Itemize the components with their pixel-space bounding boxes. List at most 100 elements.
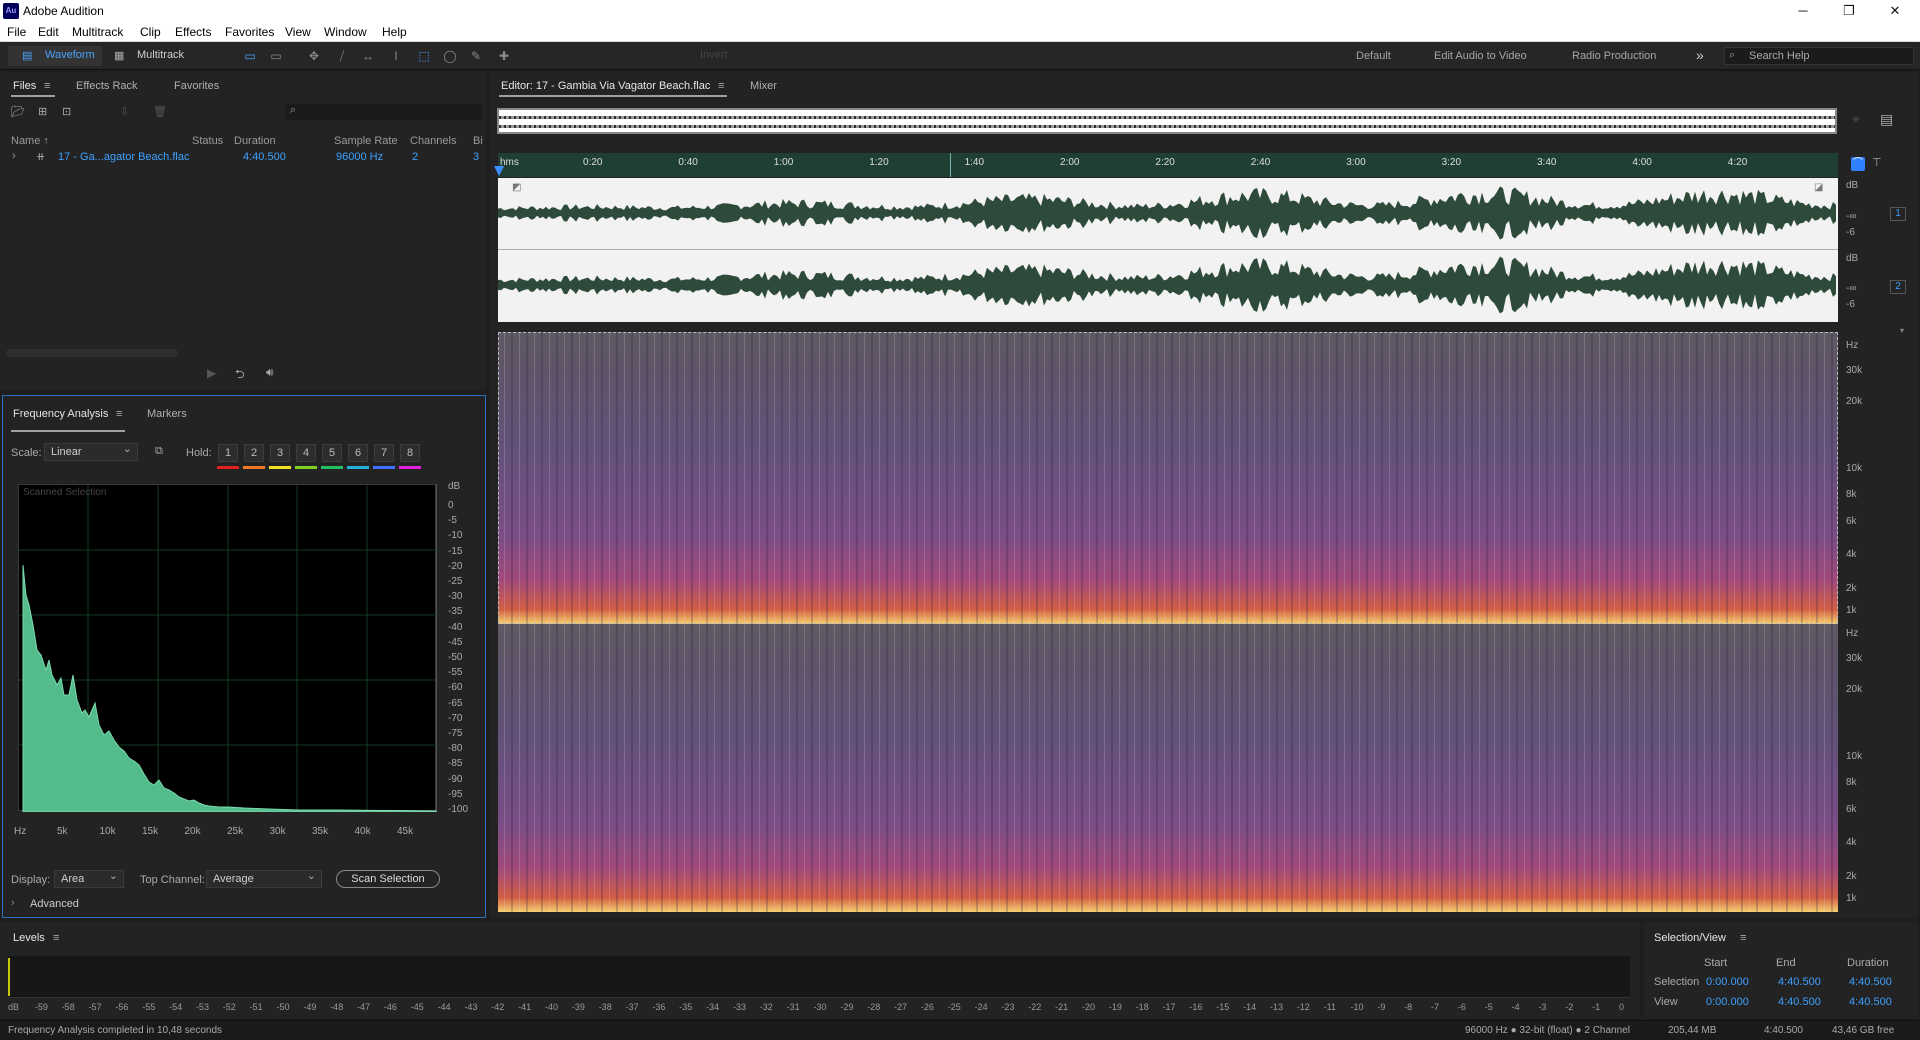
menu-clip[interactable]: Clip <box>140 25 161 39</box>
autoplay-icon[interactable]: 🔊︎ <box>266 365 274 380</box>
hold-button-2[interactable]: 2 <box>244 444 264 462</box>
menu-edit[interactable]: Edit <box>38 25 59 39</box>
hold-button-1[interactable]: 1 <box>218 444 238 462</box>
panel-menu-icon[interactable]: ≡ <box>44 80 50 92</box>
panel-menu-icon[interactable]: ≡ <box>53 932 59 944</box>
multitrack-mode-button[interactable]: ▦ Multitrack <box>110 46 200 66</box>
overview-navigator[interactable] <box>497 108 1837 134</box>
col-bits[interactable]: Bi <box>473 135 483 147</box>
workspace-edit-audio-to-video[interactable]: Edit Audio to Video <box>1434 50 1527 62</box>
tab-effects-rack[interactable]: Effects Rack <box>76 80 138 92</box>
spot-healing-icon[interactable]: ✚ <box>496 48 512 64</box>
top-channel-select[interactable]: Average <box>206 868 322 888</box>
insert-icon[interactable]: ⇩ <box>120 105 129 118</box>
move-tool-icon[interactable]: ✥ <box>306 48 322 64</box>
menu-multitrack[interactable]: Multitrack <box>72 25 123 39</box>
marquee-tool-icon[interactable]: ⬚ <box>416 48 432 64</box>
panel-menu-icon[interactable]: ≡ <box>1740 932 1746 944</box>
delete-icon[interactable]: 🗑︎ <box>153 105 167 118</box>
close-button[interactable]: ✕ <box>1872 0 1918 22</box>
tab-mixer[interactable]: Mixer <box>750 80 777 92</box>
panel-menu-icon[interactable]: ≡ <box>116 408 122 420</box>
selection-marquee[interactable] <box>498 332 1838 624</box>
slip-tool-icon[interactable]: ↔ <box>360 48 376 64</box>
tab-favorites[interactable]: Favorites <box>174 80 219 92</box>
expand-icon[interactable]: › <box>12 150 16 162</box>
hold-button-5[interactable]: 5 <box>322 444 342 462</box>
spectral-display-ch2[interactable] <box>498 624 1838 912</box>
workspace-radio-production[interactable]: Radio Production <box>1572 50 1656 62</box>
minimize-button[interactable]: ─ <box>1780 0 1826 22</box>
spectral-display-ch1[interactable] <box>498 332 1838 624</box>
col-status[interactable]: Status <box>192 135 223 147</box>
menu-view[interactable]: View <box>285 25 311 39</box>
files-search-input[interactable]: ⌕ <box>286 104 482 120</box>
waveform-display[interactable]: ◩ ◪ <box>498 178 1838 322</box>
channel-1-toggle[interactable]: 1 <box>1890 207 1906 221</box>
fade-out-handle-icon[interactable]: ◪ <box>1814 182 1823 193</box>
waveform-mode-button[interactable]: ▤ Waveform <box>8 46 102 66</box>
tab-underline <box>11 95 55 97</box>
new-file-icon[interactable]: ⊡ <box>62 105 71 118</box>
menu-help[interactable]: Help <box>382 25 407 39</box>
col-sample-rate[interactable]: Sample Rate <box>334 135 398 147</box>
workspace-default[interactable]: Default <box>1356 50 1391 62</box>
file-row[interactable]: › ⧺ 17 - Ga...agator Beach.flac 4:40.500… <box>6 149 480 165</box>
col-duration[interactable]: Duration <box>234 135 276 147</box>
invert-button[interactable]: Invert <box>700 49 728 61</box>
sv-view-duration[interactable]: 4:40.500 <box>1849 996 1892 1008</box>
sv-selection-end[interactable]: 4:40.500 <box>1778 976 1821 988</box>
hold-button-6[interactable]: 6 <box>348 444 368 462</box>
files-scrollbar[interactable] <box>6 349 178 357</box>
more-workspaces-button[interactable]: » <box>1696 47 1704 63</box>
tab-markers[interactable]: Markers <box>147 408 187 420</box>
loop-icon[interactable]: ⮌ <box>235 365 245 386</box>
hold-button-7[interactable]: 7 <box>374 444 394 462</box>
sv-view-start[interactable]: 0:00.000 <box>1706 996 1749 1008</box>
scan-selection-button[interactable]: Scan Selection <box>336 870 440 888</box>
options-icon[interactable]: ▤ <box>1880 111 1893 128</box>
menu-effects[interactable]: Effects <box>175 25 211 39</box>
tab-frequency-analysis[interactable]: Frequency Analysis <box>13 408 108 420</box>
time-selection-icon[interactable]: I <box>388 48 404 64</box>
pitch-display-icon[interactable]: ▭ <box>268 48 284 64</box>
scroll-down-icon[interactable]: ▾ <box>1900 326 1914 335</box>
level-tick: -5 <box>1484 1002 1493 1012</box>
display-select[interactable]: Area <box>54 868 124 888</box>
sv-selection-duration[interactable]: 4:40.500 <box>1849 976 1892 988</box>
panel-menu-icon[interactable]: ≡ <box>718 80 724 92</box>
brush-tool-icon[interactable]: ✎ <box>468 48 484 64</box>
channel-2-toggle[interactable]: 2 <box>1890 280 1906 294</box>
zoom-icon[interactable]: ⌖ <box>1852 111 1860 128</box>
col-name[interactable]: Name ↑ <box>11 135 49 147</box>
menu-window[interactable]: Window <box>324 25 367 39</box>
pin-icon[interactable]: ⊤ <box>1872 156 1882 169</box>
play-icon[interactable]: ▶ <box>207 366 216 380</box>
scale-select[interactable]: Linear <box>44 441 138 461</box>
hold-button-8[interactable]: 8 <box>400 444 420 462</box>
advanced-chevron-icon[interactable]: › <box>11 897 15 909</box>
hold-button-4[interactable]: 4 <box>296 444 316 462</box>
hold-button-3[interactable]: 3 <box>270 444 290 462</box>
open-file-icon[interactable]: 📂︎ <box>11 105 25 118</box>
spectral-display-icon[interactable]: ▭ <box>242 48 258 64</box>
fade-in-handle-icon[interactable]: ◩ <box>512 182 521 193</box>
sv-view-end[interactable]: 4:40.500 <box>1778 996 1821 1008</box>
col-channels[interactable]: Channels <box>410 135 456 147</box>
tab-editor[interactable]: Editor: 17 - Gambia Via Vagator Beach.fl… <box>501 80 710 92</box>
razor-tool-icon[interactable]: ⧸ <box>334 48 350 64</box>
search-help-field[interactable]: ⌕ Search Help <box>1724 47 1914 65</box>
sv-selection-start[interactable]: 0:00.000 <box>1706 976 1749 988</box>
spectral-texture <box>498 624 1838 912</box>
lasso-tool-icon[interactable]: ◯ <box>442 48 458 64</box>
menu-favorites[interactable]: Favorites <box>225 25 274 39</box>
maximize-button[interactable]: ❐ <box>1826 0 1872 22</box>
menu-file[interactable]: File <box>7 25 26 39</box>
level-tick: -19 <box>1108 1002 1122 1012</box>
import-file-icon[interactable]: ⊞ <box>38 105 47 118</box>
snap-icon[interactable]: ⌒ <box>1851 157 1865 171</box>
tab-files[interactable]: Files <box>13 80 36 92</box>
advanced-toggle[interactable]: Advanced <box>30 898 79 910</box>
frequency-graph[interactable]: Scanned Selection <box>18 484 437 812</box>
copy-icon[interactable]: ⧉ <box>155 445 163 458</box>
